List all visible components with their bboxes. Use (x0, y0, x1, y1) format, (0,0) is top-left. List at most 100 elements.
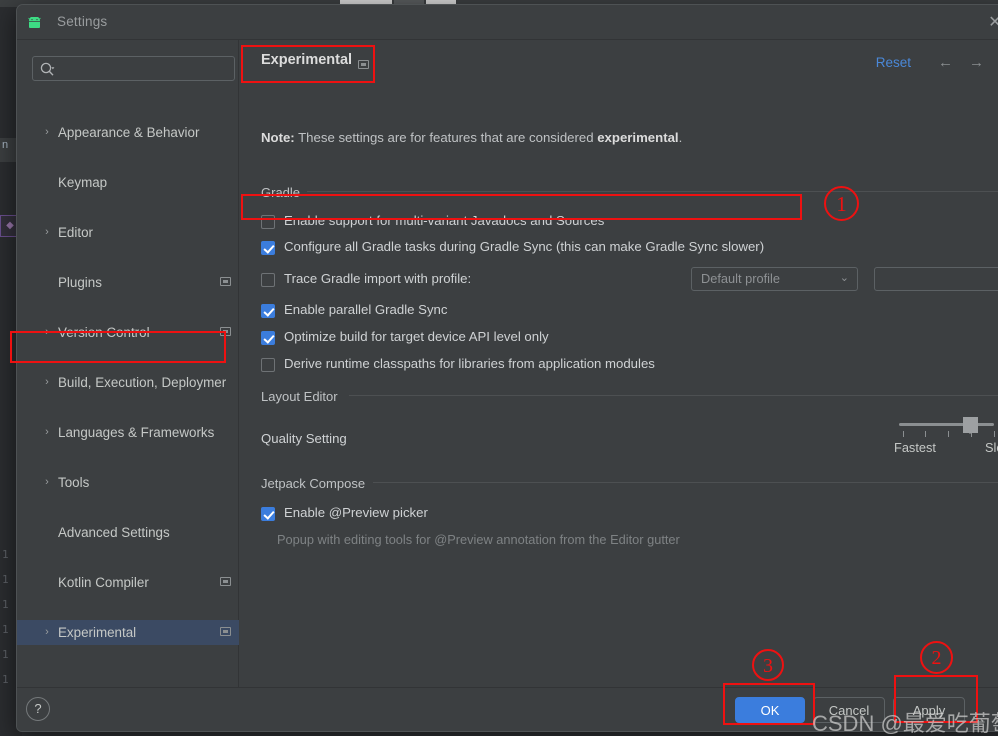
dialog-footer: ? OK Cancel Apply (17, 687, 998, 731)
option-label: Optimize build for target device API lev… (284, 329, 549, 344)
slider-tick (925, 431, 926, 437)
project-scope-badge-icon (358, 60, 369, 69)
group-title-layout-editor: Layout Editor (261, 389, 338, 404)
screen-root: 1 1 1 1 1 1 n ◆ new Settings ✕ (0, 0, 998, 736)
sidebar-item-tools[interactable]: › Tools (17, 470, 239, 495)
sidebar-item-kotlin-compiler[interactable]: Kotlin Compiler (17, 570, 239, 595)
settings-tree: › Appearance & Behavior Keymap › Editor … (17, 120, 239, 395)
chevron-right-icon: › (41, 220, 53, 245)
settings-dialog: Settings ✕ (16, 4, 998, 732)
settings-sidebar: › Appearance & Behavior Keymap › Editor … (17, 40, 239, 688)
gutter-line-number: 1 (2, 673, 9, 686)
option-label: Enable parallel Gradle Sync (284, 302, 447, 317)
experimental-note: Note: These settings are for features th… (261, 130, 682, 145)
quality-setting-label: Quality Setting (261, 431, 347, 446)
checkbox[interactable] (261, 273, 275, 287)
quality-slider[interactable]: Fastest Slow (899, 415, 998, 465)
option-label: Configure all Gradle tasks during Gradle… (284, 239, 764, 254)
checkbox[interactable] (261, 358, 275, 372)
checkbox[interactable] (261, 507, 275, 521)
option-label: Trace Gradle import with profile: (284, 271, 471, 286)
profile-path-field[interactable]: 📁 (874, 267, 998, 291)
sidebar-item-label: Advanced Settings (58, 520, 170, 545)
sidebar-item-label: Plugins (58, 270, 102, 295)
gutter-line-number: 1 (2, 573, 9, 586)
chevron-right-icon: › (41, 620, 53, 645)
sidebar-item-experimental[interactable]: › Experimental (17, 620, 239, 645)
apply-button[interactable]: Apply (893, 697, 965, 723)
help-button[interactable]: ? (26, 697, 50, 721)
checkbox[interactable] (261, 304, 275, 318)
sidebar-item-label: Version Control (58, 320, 150, 345)
sidebar-item-label: Languages & Frameworks (58, 420, 214, 445)
gutter-line-number: 1 (2, 548, 9, 561)
slider-tick (994, 431, 995, 437)
chevron-right-icon: › (41, 420, 53, 445)
sidebar-item-appearance-behavior[interactable]: › Appearance & Behavior (17, 120, 239, 145)
sidebar-item-label: Experimental (58, 620, 136, 645)
page-title: Experimental (261, 52, 352, 68)
chevron-right-icon: › (41, 370, 53, 395)
sidebar-item-languages-frameworks[interactable]: › Languages & Frameworks (17, 420, 239, 445)
chevron-right-icon: › (41, 320, 53, 345)
slider-tick (903, 431, 904, 437)
note-prefix: Note: (261, 130, 295, 145)
ok-button[interactable]: OK (735, 697, 805, 723)
sidebar-item-plugins[interactable]: Plugins (17, 270, 239, 295)
search-box[interactable] (32, 56, 235, 81)
ide-side-chip: n (0, 138, 16, 162)
arrow-left-icon[interactable]: ← (938, 54, 953, 71)
preview-picker-hint: Popup with editing tools for @Preview an… (277, 532, 680, 547)
project-scope-badge-icon (220, 627, 231, 636)
group-rule (349, 395, 998, 396)
profile-dropdown[interactable]: Default profile ⌄ (691, 267, 858, 291)
option-label: Derive runtime classpaths for libraries … (284, 356, 655, 371)
chevron-right-icon: › (41, 120, 53, 145)
slider-max-label: Slow (985, 440, 998, 455)
note-emphasis: experimental (597, 130, 678, 145)
project-scope-badge-icon (220, 327, 231, 336)
gutter-line-number: 1 (2, 648, 9, 661)
sidebar-item-editor[interactable]: › Editor (17, 220, 239, 245)
gutter-line-number: 1 (2, 598, 9, 611)
group-rule (373, 482, 998, 483)
sidebar-item-build-execution-deployment[interactable]: › Build, Execution, Deploymer (17, 370, 239, 395)
sidebar-item-label: Build, Execution, Deploymer (58, 370, 226, 395)
dialog-title: Settings (57, 14, 107, 29)
slider-thumb[interactable] (963, 417, 978, 433)
project-scope-badge-icon (220, 277, 231, 286)
chevron-right-icon: › (41, 470, 53, 495)
sidebar-item-label: Appearance & Behavior (58, 120, 199, 145)
note-body: These settings are for features that are… (295, 130, 598, 145)
search-input[interactable] (61, 59, 231, 80)
search-icon (39, 61, 56, 78)
option-label: Enable support for multi-variant Javadoc… (284, 213, 604, 228)
profile-dropdown-value: Default profile (701, 271, 780, 286)
sidebar-item-label: Keymap (58, 170, 107, 195)
project-scope-badge-icon (220, 577, 231, 586)
note-suffix: . (679, 130, 683, 145)
slider-tick (948, 431, 949, 437)
checkbox[interactable] (261, 215, 275, 229)
sidebar-item-keymap[interactable]: Keymap (17, 170, 239, 195)
sidebar-item-label: Tools (58, 470, 89, 495)
close-icon[interactable]: ✕ (983, 11, 998, 35)
dialog-body: › Appearance & Behavior Keymap › Editor … (17, 40, 998, 688)
group-rule (307, 191, 998, 192)
checkbox[interactable] (261, 331, 275, 345)
slider-track[interactable] (899, 423, 994, 426)
settings-content-pane: Experimental Reset ← → Note: These setti… (239, 40, 998, 688)
sidebar-item-version-control[interactable]: › Version Control (17, 320, 239, 345)
checkbox[interactable] (261, 241, 275, 255)
sidebar-item-label: Editor (58, 220, 93, 245)
group-title-jetpack-compose: Jetpack Compose (261, 476, 365, 491)
group-title-gradle: Gradle (261, 185, 300, 200)
reset-link[interactable]: Reset (876, 55, 911, 70)
dialog-titlebar: Settings ✕ (17, 5, 998, 40)
arrow-right-icon[interactable]: → (969, 54, 984, 71)
slider-min-label: Fastest (894, 440, 936, 455)
chevron-down-icon: ⌄ (840, 271, 849, 284)
gutter-line-number: 1 (2, 623, 9, 636)
cancel-button[interactable]: Cancel (813, 697, 885, 723)
sidebar-item-advanced-settings[interactable]: Advanced Settings (17, 520, 239, 545)
